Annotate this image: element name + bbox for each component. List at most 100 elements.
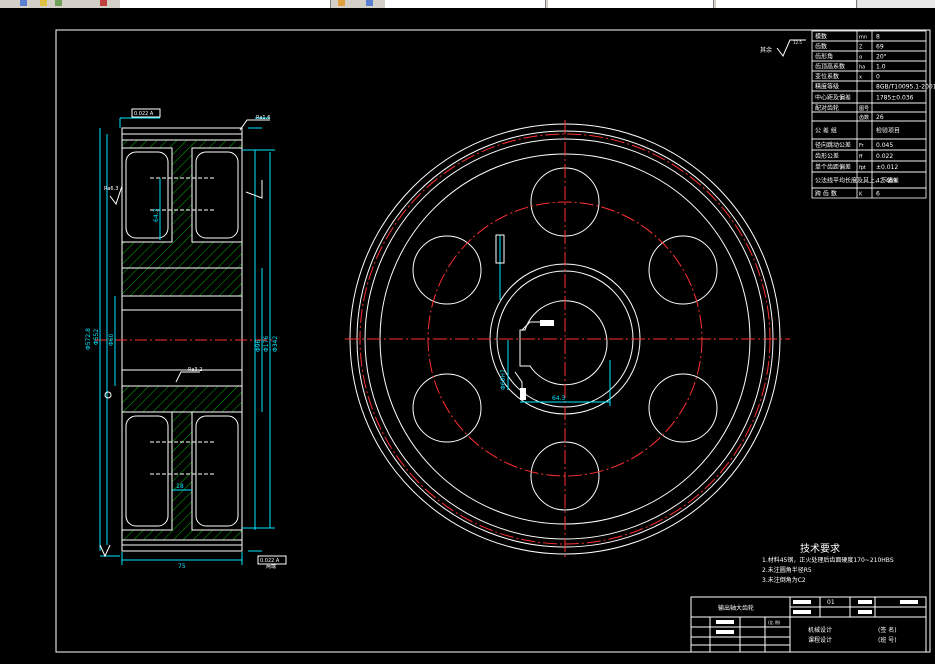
dim-rim2-diameter: Φ342 [272, 336, 279, 352]
dim-web: 18 [176, 483, 184, 490]
quantity: 01 [827, 599, 835, 606]
param-symbol: 齿数 [859, 114, 869, 121]
param-label: 径向跳动公差 [815, 141, 851, 149]
notes-title: 技术要求 [800, 542, 840, 555]
param-row: 齿数 Z 69 [811, 40, 927, 52]
param-symbol: x [859, 75, 862, 81]
param-row: 配对齿轮 图号 [811, 102, 927, 113]
linetype-dropdown[interactable] [548, 0, 714, 8]
param-symbol: Z [859, 45, 863, 51]
param-row: 模数 mn 8 [811, 30, 927, 42]
hatch-hub-top [121, 267, 243, 297]
general-roughness: 其余 12.5 [760, 39, 806, 57]
roughness-mid-text: Ra3.2 [188, 367, 202, 373]
param-label: 齿形角 [815, 53, 833, 61]
parameter-table: 模数 mn 8 齿数 Z 69 齿形角 α 20° 齿顶高系数 ha 1.0 变位系数 x 0 精度等级 8GB… [811, 30, 935, 199]
param-row: 公 差 组 检验项目 [811, 120, 927, 140]
param-value: 0 [876, 74, 880, 81]
hatch-hub-bottom [121, 385, 243, 413]
param-value: 8 [876, 34, 880, 41]
face-note: 两端 [266, 563, 276, 570]
param-row: 中心距及偏差 1785±0.036 [811, 90, 927, 104]
sun-icon[interactable] [40, 0, 47, 6]
param-row: 齿顶高系数 ha 1.0 [811, 60, 927, 72]
layer-icon[interactable] [20, 0, 27, 6]
drawing-canvas[interactable]: Φ572.8 Φ552 Φ60 Φ96 Φ176 Φ342 75 18 64.3… [0, 8, 935, 664]
technical-requirements: 技术要求 1.材料45钢，正火处理后齿面硬度170~210HBS 2.未注圆角半… [762, 542, 894, 584]
param-row: 精度等级 8GB/T10095.1-2001 [811, 80, 935, 92]
param-symbol: fpt [859, 165, 866, 171]
scale-label: (比 例) [768, 619, 781, 625]
param-value: 1785±0.036 [876, 95, 914, 102]
param-row: 齿形公差 ff 0.022 [811, 149, 927, 162]
roughness-general-value: 12.5 [793, 40, 802, 45]
param-row: 齿数 26 [811, 111, 927, 122]
param-value: 20° [876, 54, 887, 61]
param-label: 单个齿距偏差 [815, 163, 851, 171]
check-icon[interactable] [55, 0, 62, 6]
param-row: 公法线平均长度及其上、下偏差42.459 [811, 171, 927, 189]
param-value: 0.045 [876, 142, 893, 149]
dim-rim-diameter: Φ176 [263, 336, 270, 352]
param-value: 0.022 [876, 153, 893, 160]
properties-icon[interactable] [366, 0, 373, 6]
param-row: 跨 齿 数 K 6 [811, 187, 927, 199]
param-symbol: 图号 [859, 106, 869, 112]
dim-key-width: Φ60H7 [500, 369, 507, 390]
param-label: 精度等级 [815, 83, 839, 91]
param-row: 径向跳动公差 Fr 0.045 [811, 138, 927, 151]
param-row: 变位系数 x 0 [811, 70, 927, 82]
window-toolbar [0, 0, 935, 8]
param-label: 配对齿轮 [815, 104, 839, 112]
param-value: 26 [876, 114, 884, 121]
param-symbol: ff [859, 154, 863, 160]
param-label: 中心距及偏差 [815, 94, 851, 102]
dim-bore-diameter: Φ60 [108, 333, 115, 346]
layer-state-icon[interactable] [338, 0, 345, 6]
dim-keyway: 64.3 [153, 208, 160, 222]
dim-width: 75 [178, 563, 186, 570]
plotstyle-dropdown[interactable] [858, 0, 935, 8]
param-label: 模数 [815, 33, 827, 41]
param-label: 齿数 [815, 43, 827, 51]
param-value: 42.459 [876, 178, 897, 185]
param-symbol: mn [859, 35, 867, 41]
gtol-top-text: 0.022 A [134, 111, 154, 117]
layer-dropdown[interactable] [120, 0, 331, 8]
param-row: 单个齿距偏差 fpt ±0.012 [811, 160, 927, 173]
lineweight-dropdown[interactable] [716, 0, 857, 8]
note-2: 2.未注圆角半径R5 [762, 566, 812, 574]
param-value: 检验项目 [876, 127, 900, 135]
color-dropdown[interactable] [385, 0, 546, 8]
dim-pitch-diameter: Φ552 [93, 329, 100, 345]
param-label: 齿形公差 [815, 152, 839, 160]
param-value: 69 [876, 44, 884, 51]
part-name: 输出轴大齿轮 [718, 604, 754, 612]
note-1: 1.材料45钢，正火处理后齿面硬度170~210HBS [762, 556, 894, 564]
param-value: 8GB/T10095.1-2001 [876, 84, 935, 91]
dim-hub-diameter: Φ96 [255, 339, 262, 352]
param-symbol: ha [859, 65, 865, 71]
param-label: 齿顶高系数 [815, 63, 845, 71]
keyway-dims [499, 235, 611, 406]
param-symbol: Fr [859, 143, 865, 149]
param-label: 变位系数 [815, 73, 839, 81]
course-line-1: 机械设计 [808, 626, 832, 634]
param-symbol: α [859, 55, 863, 61]
roughness-left-text: Ra6.3 [104, 186, 118, 192]
param-value: 6 [876, 191, 880, 198]
dim-keyway-depth: 64.3 [552, 395, 566, 402]
param-label: 跨 齿 数 [815, 190, 837, 198]
param-symbol: K [859, 192, 863, 198]
note-3: 3.未注倒角为C2 [762, 576, 806, 584]
param-value: ±0.012 [876, 164, 898, 171]
bore-with-keyway [519, 300, 608, 386]
param-value: 1.0 [876, 64, 886, 71]
roughness-general-label: 其余 [760, 46, 772, 54]
folder-icon[interactable] [100, 0, 107, 6]
param-row: 齿形角 α 20° [811, 50, 927, 62]
course-line-2: 课程设计 [808, 636, 832, 644]
sign-line-1: (签 名) [878, 626, 897, 634]
roughness-top-text: Ra1.6 [256, 115, 270, 121]
param-label: 公 差 组 [815, 127, 837, 135]
